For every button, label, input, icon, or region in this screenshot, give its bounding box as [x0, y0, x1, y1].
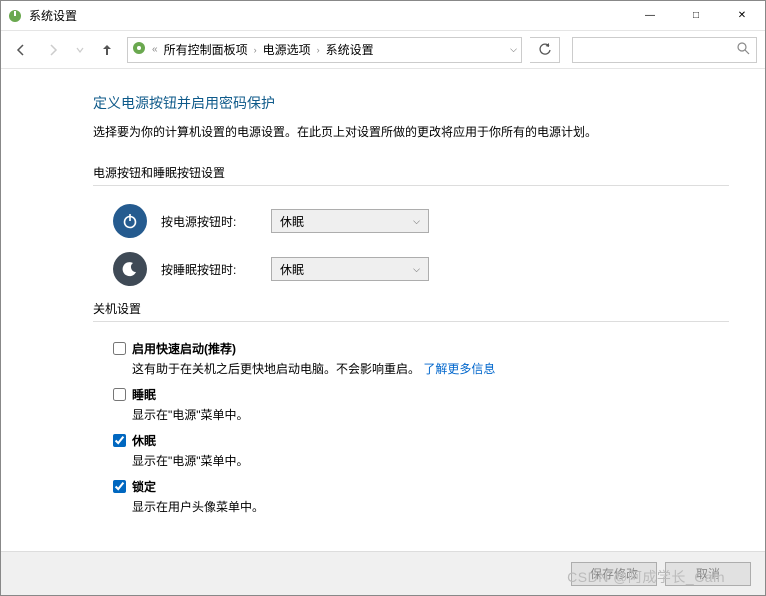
checkbox[interactable] — [113, 388, 126, 401]
breadcrumb-prefix: « — [152, 44, 158, 55]
section-legend: 电源按钮和睡眠按钮设置 — [93, 164, 225, 185]
page-heading: 定义电源按钮并启用密码保护 — [93, 93, 729, 113]
sleep-button-label: 按睡眠按钮时: — [161, 261, 271, 278]
checkbox[interactable] — [113, 434, 126, 447]
checkbox[interactable] — [113, 342, 126, 355]
checkbox-description: 显示在用户头像菜单中。 — [113, 498, 729, 516]
search-icon[interactable] — [737, 42, 750, 58]
checkbox-description: 这有助于在关机之后更快地启动电脑。不会影响重启。 了解更多信息 — [113, 360, 729, 378]
button-settings-section: 电源按钮和睡眠按钮设置 按电源按钮时: 休眠 ⌵ 按睡眠按钮时: 休眠 ⌵ — [93, 164, 729, 286]
chevron-right-icon: › — [254, 45, 257, 55]
checkbox-row[interactable]: 休眠 — [113, 432, 729, 449]
cancel-button[interactable]: 取消 — [665, 562, 751, 586]
window-buttons: — □ ✕ — [627, 1, 765, 30]
address-dropdown-icon[interactable]: ⌵ — [510, 44, 517, 55]
checkbox[interactable] — [113, 480, 126, 493]
checkbox-row[interactable]: 睡眠 — [113, 386, 729, 403]
sleep-button-select[interactable]: 休眠 ⌵ — [271, 257, 429, 281]
power-button-row: 按电源按钮时: 休眠 ⌵ — [93, 204, 729, 238]
up-button[interactable] — [95, 38, 119, 62]
power-button-select[interactable]: 休眠 ⌵ — [271, 209, 429, 233]
page-description: 选择要为你的计算机设置的电源设置。在此页上对设置所做的更改将应用于你所有的电源计… — [93, 123, 729, 142]
power-options-icon — [7, 8, 23, 24]
shutdown-option: 启用快速启动(推荐) 这有助于在关机之后更快地启动电脑。不会影响重启。 了解更多信… — [113, 340, 729, 378]
save-button[interactable]: 保存修改 — [571, 562, 657, 586]
shutdown-settings-section: 关机设置 启用快速启动(推荐) 这有助于在关机之后更快地启动电脑。不会影响重启。 … — [93, 300, 729, 516]
checkbox-row[interactable]: 锁定 — [113, 478, 729, 495]
navbar: « 所有控制面板项 › 电源选项 › 系统设置 ⌵ — [1, 31, 765, 69]
breadcrumb-item[interactable]: 所有控制面板项 — [164, 41, 248, 58]
forward-button[interactable] — [41, 38, 65, 62]
select-value: 休眠 — [280, 261, 304, 278]
shutdown-option: 锁定显示在用户头像菜单中。 — [113, 478, 729, 516]
learn-more-link[interactable]: 了解更多信息 — [423, 362, 495, 376]
breadcrumb-item[interactable]: 电源选项 — [263, 41, 311, 58]
select-value: 休眠 — [280, 213, 304, 230]
breadcrumb-item[interactable]: 系统设置 — [326, 41, 374, 58]
chevron-down-icon: ⌵ — [413, 216, 420, 227]
checkbox-label: 休眠 — [132, 432, 156, 449]
checkbox-row[interactable]: 启用快速启动(推荐) — [113, 340, 729, 357]
power-icon — [113, 204, 147, 238]
refresh-button[interactable] — [530, 37, 560, 63]
shutdown-option: 睡眠显示在"电源"菜单中。 — [113, 386, 729, 424]
close-button[interactable]: ✕ — [719, 1, 765, 30]
chevron-down-icon: ⌵ — [413, 264, 420, 275]
titlebar: 系统设置 — □ ✕ — [1, 1, 765, 31]
chevron-right-icon: › — [317, 45, 320, 55]
section-legend: 关机设置 — [93, 300, 141, 321]
address-bar[interactable]: « 所有控制面板项 › 电源选项 › 系统设置 ⌵ — [127, 37, 522, 63]
checkbox-label: 锁定 — [132, 478, 156, 495]
checkbox-label: 睡眠 — [132, 386, 156, 403]
search-box[interactable] — [572, 37, 757, 63]
content-area: 定义电源按钮并启用密码保护 选择要为你的计算机设置的电源设置。在此页上对设置所做… — [1, 69, 765, 551]
sleep-icon — [113, 252, 147, 286]
power-button-label: 按电源按钮时: — [161, 213, 271, 230]
shutdown-option: 休眠显示在"电源"菜单中。 — [113, 432, 729, 470]
recent-dropdown[interactable] — [73, 38, 87, 62]
maximize-button[interactable]: □ — [673, 1, 719, 30]
control-panel-icon — [132, 41, 146, 58]
checkbox-description: 显示在"电源"菜单中。 — [113, 452, 729, 470]
minimize-button[interactable]: — — [627, 1, 673, 30]
window-title: 系统设置 — [29, 7, 627, 24]
footer: 保存修改 取消 — [1, 551, 765, 595]
checkbox-description: 显示在"电源"菜单中。 — [113, 406, 729, 424]
back-button[interactable] — [9, 38, 33, 62]
search-input[interactable] — [579, 43, 737, 57]
checkbox-label: 启用快速启动(推荐) — [132, 340, 236, 357]
sleep-button-row: 按睡眠按钮时: 休眠 ⌵ — [93, 252, 729, 286]
